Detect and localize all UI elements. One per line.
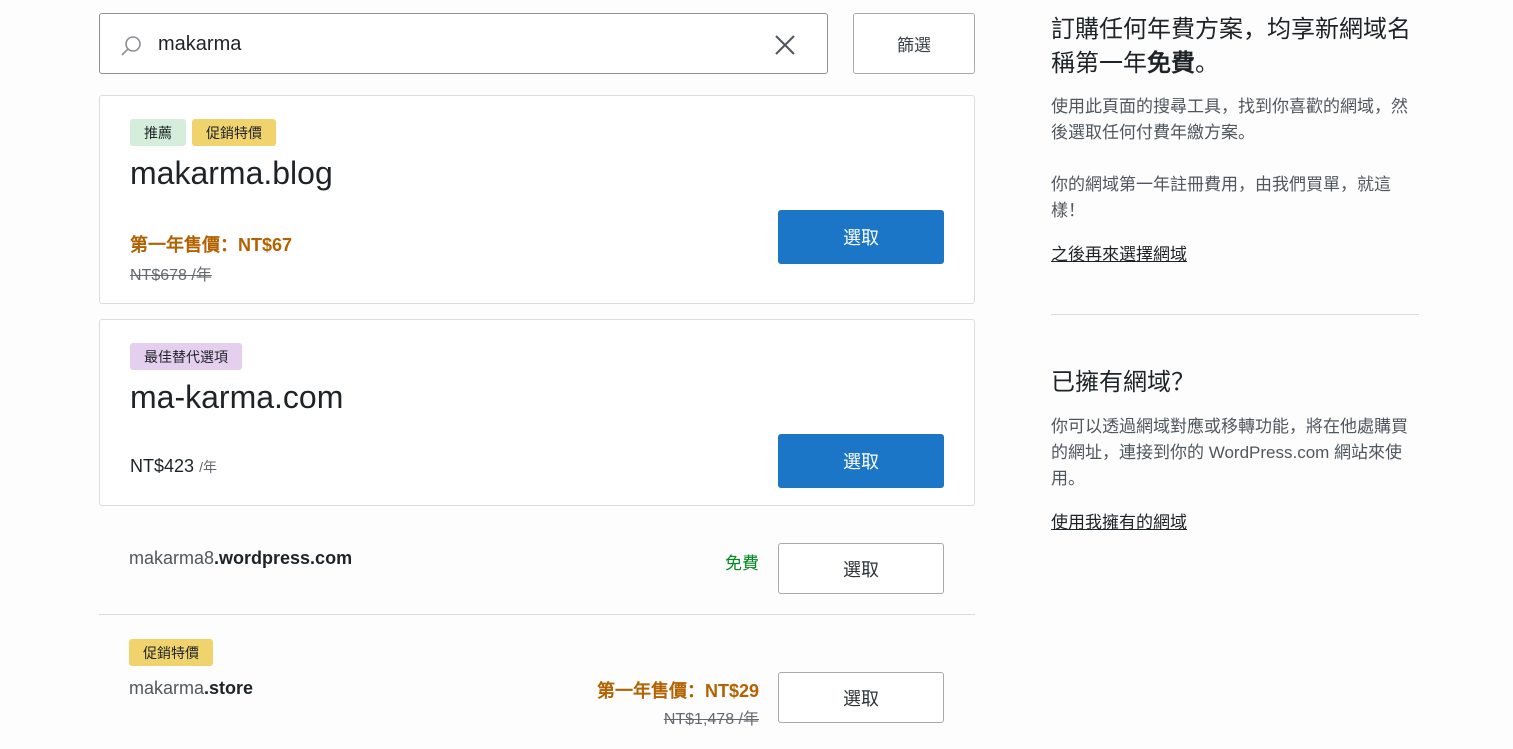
badge-recommended: 推薦 — [130, 119, 186, 146]
promo-title-text: 訂購任何年費方案，均享新網域名稱第一年 — [1051, 16, 1411, 77]
own-domain-title: 已擁有網域？ — [1051, 369, 1195, 396]
close-icon[interactable] — [773, 33, 797, 57]
badge-best-alternative: 最佳替代選項 — [130, 343, 242, 370]
badge-group: 最佳替代選項 — [130, 343, 242, 370]
domain-suffix: .wordpress.com — [214, 548, 353, 568]
promo-title: 訂購任何年費方案，均享新網域名稱第一年免費。 — [1051, 13, 1419, 81]
price-period: /年 — [199, 459, 217, 475]
use-my-domain-link[interactable]: 使用我擁有的網域 — [1051, 508, 1187, 533]
sidebar-divider — [1051, 314, 1419, 315]
select-button[interactable]: 選取 — [778, 434, 944, 488]
sale-price: 第一年售價：NT$67 — [130, 235, 293, 255]
promo-text-1: 使用此頁面的搜尋工具，找到你喜歡的網域，然後選取任何付費年繳方案。 — [1051, 97, 1408, 142]
domain-suffix: .store — [204, 678, 254, 698]
choose-later-link[interactable]: 之後再來選擇網域 — [1051, 240, 1187, 265]
sale-price: 第一年售價：NT$29 — [596, 681, 759, 701]
badge-group: 促銷特價 — [129, 639, 213, 666]
domain-name: ma-karma.com — [130, 379, 344, 415]
select-button[interactable]: 選取 — [778, 543, 944, 594]
price: NT$423 /年 — [130, 456, 217, 477]
domain-card-recommended: 推薦 促銷特價 makarma.blog 第一年售價：NT$67 NT$678 … — [99, 95, 975, 304]
domain-prefix: makarma — [129, 678, 205, 698]
badge-sale: 促銷特價 — [129, 639, 213, 666]
badge-sale: 促銷特價 — [192, 119, 276, 146]
select-button[interactable]: 選取 — [778, 210, 944, 264]
select-button[interactable]: 選取 — [778, 672, 944, 723]
promo-title-end: 。 — [1195, 50, 1219, 77]
original-price: NT$1,478 /年 — [663, 711, 759, 728]
domain-prefix: makarma8 — [129, 548, 215, 568]
domain-name: makarma.blog — [130, 155, 333, 191]
domain-row-store: 促銷特價 makarma.store 第一年售價：NT$29 NT$1,478 … — [99, 615, 975, 749]
search-input[interactable] — [158, 28, 758, 60]
original-price: NT$678 /年 — [130, 267, 212, 284]
filter-button[interactable]: 篩選 — [853, 13, 975, 74]
price-value: NT$423 — [130, 456, 195, 476]
promo-text-2: 你的網域第一年註冊費用，由我們買單，就這樣！ — [1051, 175, 1391, 220]
domain-card-alternative: 最佳替代選項 ma-karma.com NT$423 /年 選取 — [99, 319, 975, 506]
own-domain-text: 你可以透過網域對應或移轉功能，將在他處購買的網址，連接到你的 WordPress… — [1051, 417, 1408, 488]
free-price: 免費 — [725, 554, 759, 573]
search-box[interactable] — [99, 13, 828, 74]
search-row: 篩選 — [99, 13, 975, 74]
domain-name: makarma8.wordpress.com — [129, 548, 352, 569]
badge-group: 推薦 促銷特價 — [130, 119, 276, 146]
search-icon — [121, 36, 141, 56]
promo-title-bold: 免費 — [1147, 50, 1195, 77]
domain-name: makarma.store — [129, 678, 253, 699]
domain-row-free: makarma8.wordpress.com 免費 選取 — [99, 507, 975, 615]
